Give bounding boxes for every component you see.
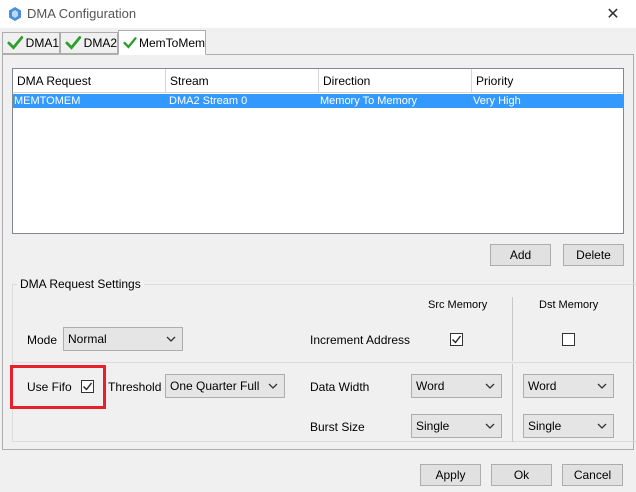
chevron-down-icon [597,383,607,389]
highlight-annotation [10,365,106,409]
cell-stream: DMA2 Stream 0 [169,95,248,107]
group-title: DMA Request Settings [17,277,144,291]
apply-button[interactable]: Apply [420,464,481,486]
row-divider [13,362,636,363]
close-icon: ✕ [606,6,620,23]
chevron-down-icon [597,423,607,429]
add-button[interactable]: Add [490,244,551,266]
chevron-down-icon [485,423,495,429]
threshold-label: Threshold [108,380,162,394]
mode-label: Mode [27,333,58,347]
column-header-priority[interactable]: Priority [472,69,623,93]
mode-value: Normal [68,332,107,346]
column-divider [512,364,513,442]
cancel-button[interactable]: Cancel [562,464,623,486]
dst-increment-checkbox[interactable] [562,333,575,346]
check-icon [123,36,137,49]
delete-button[interactable]: Delete [563,244,624,266]
dst-burst-select[interactable]: Single [523,414,614,438]
window-title: DMA Configuration [27,6,137,21]
table-row[interactable]: MEMTOMEM DMA2 Stream 0 Memory To Memory … [13,94,623,108]
tab-dma1[interactable]: DMA1 [2,32,60,54]
mode-select[interactable]: Normal [63,327,183,351]
src-increment-checkbox[interactable] [450,333,463,346]
threshold-value: One Quarter Full [170,379,260,393]
dst-burst-value: Single [528,419,562,433]
dst-data-width-select[interactable]: Word [523,374,614,398]
checkmark-icon [452,335,462,344]
dst-memory-header: Dst Memory [539,299,599,311]
src-data-width-value: Word [416,379,445,393]
cell-request: MEMTOMEM [14,95,81,107]
column-divider [512,297,513,361]
data-width-label: Data Width [310,380,370,394]
column-header-stream[interactable]: Stream [166,69,319,93]
src-memory-header: Src Memory [428,299,488,311]
cell-priority: Very High [473,95,521,107]
column-header-request[interactable]: DMA Request [13,69,166,93]
chevron-down-icon [166,336,176,342]
dma-request-table[interactable]: DMA Request Stream Direction Priority ME… [12,68,624,234]
chevron-down-icon [485,383,495,389]
tab-label: DMA1 [25,36,59,50]
cell-direction: Memory To Memory [320,95,417,107]
check-icon [7,36,24,50]
tab-memtomem[interactable]: MemToMem [118,30,206,55]
ok-button[interactable]: Ok [491,464,552,486]
chevron-down-icon [268,383,278,389]
burst-size-label: Burst Size [310,420,365,434]
check-icon [65,36,82,50]
column-header-direction[interactable]: Direction [319,69,472,93]
src-data-width-select[interactable]: Word [411,374,502,398]
dst-data-width-value: Word [528,379,557,393]
threshold-select[interactable]: One Quarter Full [165,374,285,398]
close-button[interactable]: ✕ [590,0,636,28]
tab-label: DMA2 [83,36,117,50]
increment-address-label: Increment Address [310,333,411,347]
src-burst-value: Single [416,419,450,433]
src-burst-select[interactable]: Single [411,414,502,438]
tab-dma2[interactable]: DMA2 [60,32,118,54]
tab-label: MemToMem [138,35,205,50]
app-icon [9,7,21,21]
table-header: DMA Request Stream Direction Priority [13,69,623,93]
